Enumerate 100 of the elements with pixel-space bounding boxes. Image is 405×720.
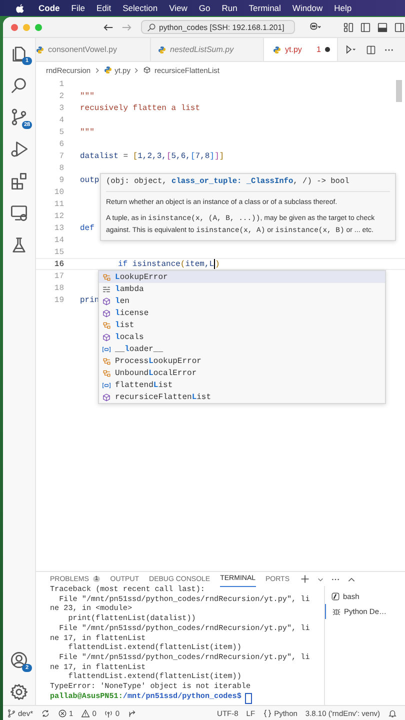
line-number: 9	[58, 176, 64, 184]
chevron-right-icon	[133, 66, 140, 74]
suggestion-item[interactable]: __loader__	[99, 343, 385, 355]
python-file-icon	[158, 46, 166, 54]
line-number: 18	[53, 284, 64, 292]
split-editor-icon[interactable]	[366, 44, 376, 54]
files-icon[interactable]	[10, 44, 28, 62]
suggestion-item[interactable]: flattendList	[99, 379, 385, 391]
menu-item[interactable]: Window	[292, 3, 323, 13]
bell-icon[interactable]	[388, 708, 397, 718]
class-icon	[102, 320, 111, 330]
suggestion-item[interactable]: license	[99, 307, 385, 319]
menu-item[interactable]: Run	[222, 3, 238, 13]
extensions-icon[interactable]	[10, 172, 28, 190]
line-number: 7	[58, 152, 64, 160]
menu-item[interactable]: Terminal	[248, 3, 281, 13]
variable-icon	[102, 380, 111, 390]
flask-icon[interactable]	[10, 236, 28, 254]
search-icon[interactable]	[10, 76, 28, 94]
suggestion-item[interactable]: lambda	[99, 283, 385, 295]
line-number: 15	[53, 248, 64, 256]
menu-item[interactable]: Code	[38, 3, 60, 13]
code-line: recusively flatten a list	[80, 104, 200, 112]
gear-icon[interactable]	[10, 683, 28, 701]
line-number: 17	[53, 272, 64, 280]
class-icon	[102, 356, 111, 366]
line-number: 1	[58, 80, 64, 88]
menu-item[interactable]: Selection	[122, 3, 158, 13]
apple-icon[interactable]	[15, 2, 25, 14]
class-icon	[102, 368, 111, 378]
suggestion-item[interactable]: LookupError	[99, 271, 385, 283]
suggestion-item[interactable]: list	[99, 319, 385, 331]
account-icon[interactable]	[10, 651, 28, 669]
terminal-icon	[331, 592, 340, 601]
run-icon[interactable]	[344, 44, 358, 55]
close-button[interactable]	[11, 24, 18, 30]
line-number: 16	[53, 260, 64, 268]
menu-item[interactable]: File	[71, 3, 85, 13]
line-number: 19	[53, 296, 64, 304]
line-number: 4	[58, 116, 64, 124]
line-number: 5	[58, 128, 64, 136]
run-debug-icon[interactable]	[10, 140, 28, 158]
line-number: 10	[53, 188, 64, 196]
python-file-icon	[104, 66, 112, 74]
menu-item[interactable]: View	[169, 3, 188, 13]
antenna-icon	[104, 708, 114, 718]
remote-explorer-icon[interactable]	[10, 204, 28, 222]
keyword-icon	[102, 284, 111, 294]
warning-icon	[81, 708, 90, 718]
toggle-secondary-sidebar-icon[interactable]	[394, 22, 405, 32]
line-number: 6	[58, 140, 64, 148]
menu-item[interactable]: Edit	[96, 3, 112, 13]
braces-icon	[263, 708, 272, 718]
suggestion-item[interactable]: recursiceFlattenList	[99, 391, 385, 403]
toggle-panel-icon[interactable]	[377, 22, 388, 32]
source-control-icon[interactable]	[10, 108, 28, 126]
cube-icon	[102, 308, 111, 318]
python-file-icon	[273, 46, 281, 54]
code-line: if isinstance(item,L)	[117, 259, 220, 269]
plus-icon[interactable]	[300, 574, 310, 584]
line-number: 3	[58, 104, 64, 112]
problem-count: 1	[316, 45, 321, 54]
code-line: """	[80, 128, 94, 136]
scrollbar-thumb[interactable]	[396, 80, 402, 102]
line-number: 8	[58, 164, 64, 172]
code-line: def	[80, 224, 94, 232]
cube-icon	[102, 392, 111, 402]
menu-item[interactable]: Help	[334, 3, 352, 13]
code-line: datalist = [1,2,3,[5,6,[7,8]]]	[80, 152, 224, 160]
cube-icon	[102, 332, 111, 342]
bug-icon	[332, 607, 341, 616]
cube-icon	[102, 296, 111, 306]
customize-layout-icon[interactable]	[343, 22, 354, 32]
editor-tab[interactable]: consonentVowel.py	[36, 38, 151, 61]
line-number: 2	[58, 92, 64, 100]
search-icon	[147, 22, 156, 32]
share-arrow-icon[interactable]	[128, 708, 137, 718]
cube-icon	[143, 66, 152, 74]
suggestion-item[interactable]: UnboundLocalError	[99, 367, 385, 379]
error-icon	[58, 708, 68, 718]
menu-item[interactable]: Go	[198, 3, 210, 13]
suggestion-item[interactable]: locals	[99, 331, 385, 343]
line-number: 13	[53, 224, 64, 232]
line-number: 11	[53, 200, 64, 208]
caret-icon[interactable]	[316, 576, 324, 582]
toggle-sidebar-icon[interactable]	[360, 22, 371, 32]
line-number: 14	[53, 236, 64, 244]
suggestion-item[interactable]: ProcessLookupError	[99, 355, 385, 367]
line-number: 12	[53, 212, 64, 220]
variable-icon	[102, 344, 111, 354]
chevron-right-icon	[94, 66, 101, 74]
editor-tab[interactable]: yt.py 1	[264, 38, 338, 61]
code-line: outp	[80, 176, 100, 184]
sync-icon[interactable]	[41, 708, 50, 718]
terminal-cursor	[245, 692, 252, 704]
back-arrow-icon[interactable]	[103, 22, 114, 32]
suggestion-item[interactable]: len	[99, 295, 385, 307]
python-file-icon	[36, 46, 44, 54]
branch-icon	[7, 708, 16, 718]
code-line: """	[80, 92, 94, 100]
